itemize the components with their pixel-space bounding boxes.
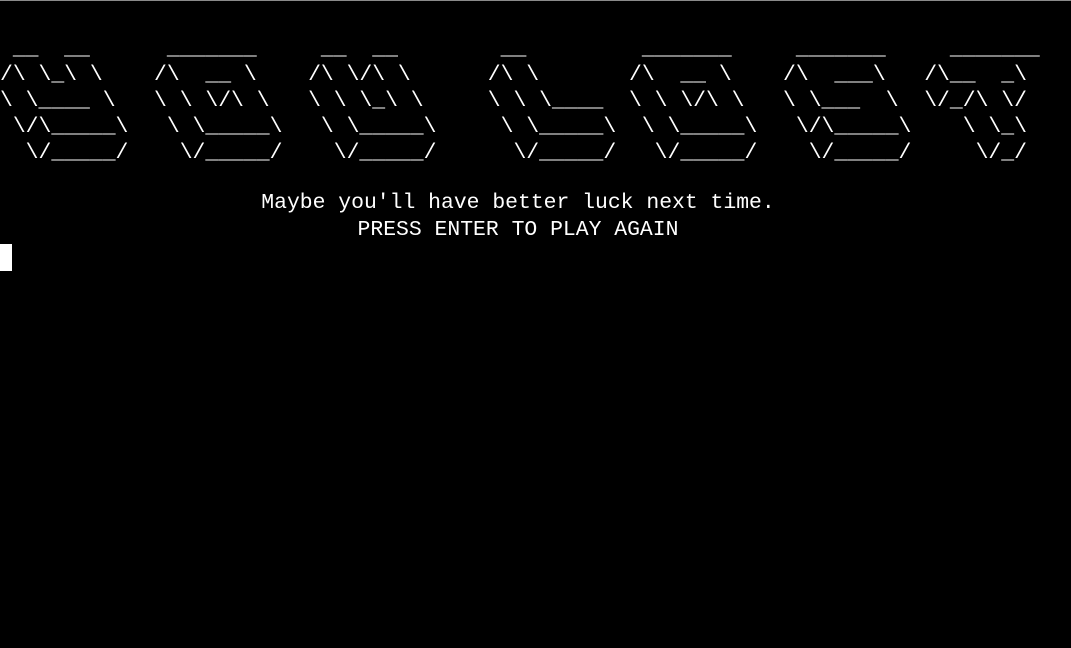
terminal-cursor: [0, 244, 12, 271]
you-lost-ascii-banner: __ __ _______ __ __ __ _______ _______ _…: [0, 36, 1065, 166]
banner-line: __ __ _______ __ __ __ _______ _______ _…: [12, 37, 1040, 61]
window-top-border: [0, 0, 1071, 1]
play-again-prompt[interactable]: PRESS ENTER TO PLAY AGAIN: [0, 217, 1036, 243]
banner-line: \/_____/ \/_____/ \/_____/ \/_____/ \/__…: [25, 141, 1027, 165]
banner-line: \/\_____\ \ \_____\ \ \_____\ \ \_____\ …: [12, 115, 1027, 139]
banner-line: \ \____ \ \ \ \/\ \ \ \ \_\ \ \ \ \____ …: [0, 89, 1027, 113]
banner-line: /\ \_\ \ /\ __ \ /\ \/\ \ /\ \ /\ __ \ /…: [0, 63, 1027, 87]
lose-message: Maybe you'll have better luck next time.: [261, 191, 775, 215]
